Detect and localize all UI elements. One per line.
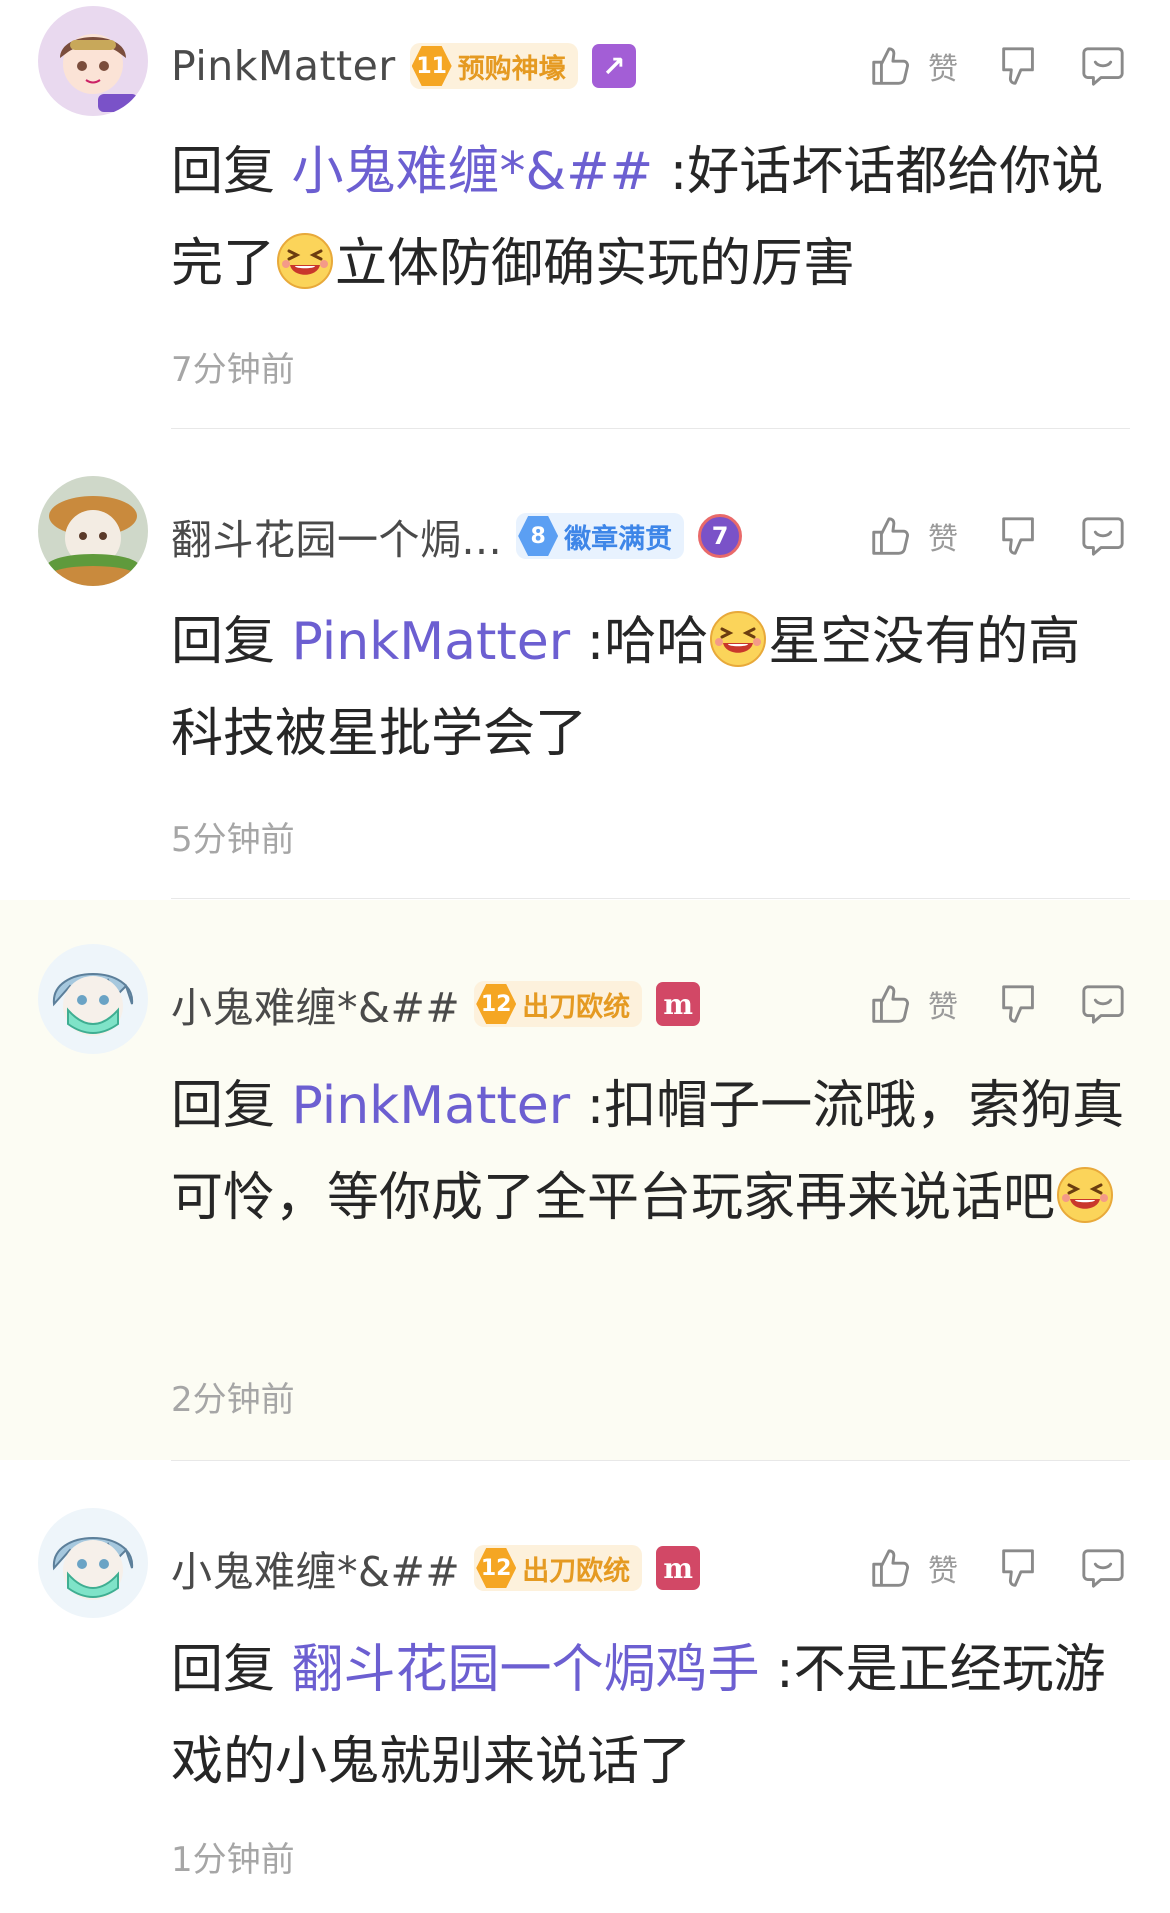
comment-header: PinkMatter 11 预购神壕 ↗	[171, 36, 636, 96]
comment-icon	[1080, 513, 1126, 559]
comment-actions: 赞	[868, 974, 1126, 1034]
arrow-icon[interactable]: ↗	[591, 44, 636, 88]
like-label: 赞	[928, 52, 958, 87]
thumbs-up-icon	[868, 43, 914, 89]
badge-text: 预购神壕	[457, 53, 566, 85]
badge-text: 徽章满贯	[564, 523, 673, 555]
comment-header: 小鬼难缠*&## 12 出刀欧统 m	[171, 1538, 701, 1598]
comment-icon	[1080, 43, 1126, 89]
thumbs-up-icon	[868, 1545, 914, 1591]
thumbs-up-icon	[868, 981, 914, 1027]
comment-item: 小鬼难缠*&## 12 出刀欧统 m 赞 回复 PinkMatter :扣帽子一…	[0, 900, 1170, 1460]
comment-text-after: 立体防御确实玩的厉害	[335, 234, 856, 294]
level-badge[interactable]: 12 出刀欧统	[474, 1545, 643, 1591]
comment-body[interactable]: 回复 PinkMatter :扣帽子一流哦，索狗真可怜，等你成了全平台玩家再来说…	[171, 1060, 1131, 1244]
divider	[171, 898, 1130, 899]
timestamp: 2分钟前	[171, 1380, 295, 1420]
badge-level: 8	[518, 516, 559, 556]
dislike-button[interactable]	[996, 981, 1042, 1027]
reply-prefix: 回复	[171, 1640, 276, 1700]
laughing-emoji-icon	[708, 609, 768, 669]
comment-item: PinkMatter 11 预购神壕 ↗ 赞 回复 小鬼难缠*&## :好话坏话…	[0, 0, 1170, 430]
avatar[interactable]	[38, 476, 148, 586]
avatar[interactable]	[38, 1508, 148, 1618]
reply-prefix: 回复	[171, 142, 276, 202]
comment-icon	[1080, 981, 1126, 1027]
username[interactable]: 翻斗花园一个焗...	[171, 506, 502, 566]
comment-text: :哈哈	[586, 612, 709, 672]
reply-prefix: 回复	[171, 1076, 276, 1136]
comment-item: 翻斗花园一个焗... 8 徽章满贯 7 赞 回复 PinkMatter :哈哈星…	[0, 430, 1170, 900]
comment-header: 翻斗花园一个焗... 8 徽章满贯 7	[171, 506, 743, 566]
mention-link[interactable]: 翻斗花园一个焗鸡手	[292, 1640, 760, 1700]
username[interactable]: 小鬼难缠*&##	[171, 974, 460, 1034]
m-icon[interactable]: m	[656, 982, 701, 1026]
laughing-emoji-icon	[275, 231, 335, 291]
reply-button[interactable]	[1080, 1545, 1126, 1591]
timestamp: 1分钟前	[171, 1840, 295, 1880]
comment-body[interactable]: 回复 小鬼难缠*&## :好话坏话都给你说完了 立体防御确实玩的厉害	[171, 126, 1131, 310]
like-button[interactable]: 赞	[868, 1545, 958, 1591]
comment-actions: 赞	[868, 1538, 1126, 1598]
avatar[interactable]	[38, 944, 148, 1054]
dislike-button[interactable]	[996, 43, 1042, 89]
divider	[171, 1460, 1130, 1461]
badge-text: 出刀欧统	[522, 991, 631, 1023]
like-label: 赞	[928, 990, 958, 1025]
comment-icon	[1080, 1545, 1126, 1591]
thumbs-down-icon	[996, 513, 1042, 559]
username[interactable]: PinkMatter	[171, 42, 396, 90]
badge-level: 12	[476, 1548, 517, 1588]
mention-link[interactable]: PinkMatter	[292, 612, 571, 672]
comment-body[interactable]: 回复 翻斗花园一个焗鸡手 :不是正经玩游戏的小鬼就别来说话了	[171, 1624, 1131, 1808]
reply-prefix: 回复	[171, 612, 276, 672]
mention-link[interactable]: PinkMatter	[292, 1076, 571, 1136]
laughing-emoji-icon	[1055, 1165, 1115, 1225]
comment-header: 小鬼难缠*&## 12 出刀欧统 m	[171, 974, 701, 1034]
thumbs-down-icon	[996, 1545, 1042, 1591]
reply-button[interactable]	[1080, 981, 1126, 1027]
badge-text: 出刀欧统	[522, 1555, 631, 1587]
comment-body[interactable]: 回复 PinkMatter :哈哈 星空没有的高科技被星批学会了	[171, 596, 1131, 780]
reply-button[interactable]	[1080, 43, 1126, 89]
timestamp: 7分钟前	[171, 350, 295, 390]
badge-level: 11	[411, 46, 452, 86]
level-badge[interactable]: 11 预购神壕	[409, 43, 578, 89]
dislike-button[interactable]	[996, 513, 1042, 559]
username[interactable]: 小鬼难缠*&##	[171, 1538, 460, 1598]
mention-link[interactable]: 小鬼难缠*&##	[292, 142, 654, 202]
like-label: 赞	[928, 1554, 958, 1589]
comment-actions: 赞	[868, 506, 1126, 566]
like-button[interactable]: 赞	[868, 43, 958, 89]
thumbs-down-icon	[996, 981, 1042, 1027]
dislike-button[interactable]	[996, 1545, 1042, 1591]
thumbs-up-icon	[868, 513, 914, 559]
reply-button[interactable]	[1080, 513, 1126, 559]
like-button[interactable]: 赞	[868, 981, 958, 1027]
like-label: 赞	[928, 522, 958, 557]
m-icon[interactable]: m	[656, 1546, 701, 1590]
medal-7-icon[interactable]: 7	[698, 514, 743, 558]
like-button[interactable]: 赞	[868, 513, 958, 559]
comment-actions: 赞	[868, 36, 1126, 96]
thumbs-down-icon	[996, 43, 1042, 89]
avatar[interactable]	[38, 6, 148, 116]
level-badge[interactable]: 8 徽章满贯	[516, 513, 685, 559]
level-badge[interactable]: 12 出刀欧统	[474, 981, 643, 1027]
badge-level: 12	[476, 984, 517, 1024]
divider	[171, 428, 1130, 429]
comment-item: 小鬼难缠*&## 12 出刀欧统 m 赞 回复 翻斗花园一个焗鸡手 :不是正经玩…	[0, 1462, 1170, 1913]
timestamp: 5分钟前	[171, 820, 295, 860]
